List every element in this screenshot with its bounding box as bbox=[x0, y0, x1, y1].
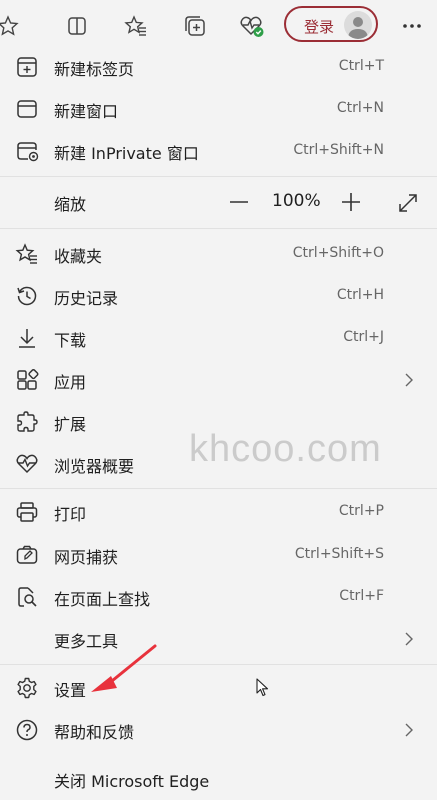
menu-item-label: 下载 bbox=[54, 331, 87, 350]
divider bbox=[0, 176, 437, 177]
avatar bbox=[344, 11, 372, 39]
browser-essentials-heart-icon bbox=[15, 452, 39, 476]
history-icon bbox=[15, 284, 39, 308]
favorites-icon bbox=[15, 242, 39, 266]
print-icon bbox=[15, 500, 39, 524]
divider bbox=[0, 228, 437, 229]
menu-item-new-tab[interactable]: 新建标签页 Ctrl+T bbox=[0, 46, 437, 88]
zoom-in-button[interactable] bbox=[338, 191, 364, 213]
menu-item-shortcut: Ctrl+P bbox=[338, 503, 384, 519]
menu-item-downloads[interactable]: 下载 Ctrl+J bbox=[0, 317, 437, 359]
zoom-level: 100% bbox=[272, 191, 321, 211]
menu-item-browser-essentials[interactable]: 浏览器概要 bbox=[0, 443, 437, 485]
menu-item-label: 帮助和反馈 bbox=[54, 723, 135, 742]
menu-item-label: 新建 InPrivate 窗口 bbox=[54, 144, 199, 163]
sign-in-label: 登录 bbox=[304, 18, 335, 36]
find-on-page-icon bbox=[15, 585, 39, 609]
extensions-puzzle-icon bbox=[15, 410, 39, 434]
menu-item-shortcut: Ctrl+T bbox=[338, 58, 384, 74]
divider bbox=[0, 664, 437, 665]
menu-item-shortcut: Ctrl+Shift+N bbox=[293, 142, 384, 158]
menu-item-web-capture[interactable]: 网页捕获 Ctrl+Shift+S bbox=[0, 534, 437, 576]
new-window-icon bbox=[15, 97, 39, 121]
menu-item-shortcut: Ctrl+Shift+O bbox=[292, 245, 384, 261]
new-tab-icon bbox=[15, 55, 39, 79]
mouse-cursor-icon bbox=[256, 678, 269, 697]
annotation-arrow-icon bbox=[91, 644, 157, 692]
menu-item-new-window[interactable]: 新建窗口 Ctrl+N bbox=[0, 88, 437, 130]
menu-item-label: 设置 bbox=[54, 681, 87, 700]
menu-item-apps[interactable]: 应用 bbox=[0, 359, 437, 401]
menu-item-label: 应用 bbox=[54, 373, 87, 392]
menu-item-close-edge[interactable]: 关闭 Microsoft Edge bbox=[0, 758, 437, 800]
menu-item-more-tools[interactable]: 更多工具 bbox=[0, 618, 437, 660]
menu-item-zoom: 缩放 bbox=[0, 181, 437, 223]
inprivate-window-icon bbox=[15, 139, 39, 163]
menu-item-print[interactable]: 打印 Ctrl+P bbox=[0, 491, 437, 533]
more-options-icon[interactable] bbox=[398, 12, 426, 40]
menu-item-shortcut: Ctrl+F bbox=[339, 588, 384, 604]
menu-item-new-inprivate-window[interactable]: 新建 InPrivate 窗口 Ctrl+Shift+N bbox=[0, 130, 437, 172]
menu-item-label: 关闭 Microsoft Edge bbox=[54, 772, 210, 791]
help-question-icon bbox=[15, 718, 39, 742]
zoom-label: 缩放 bbox=[54, 195, 87, 214]
menu-item-settings[interactable]: 设置 bbox=[0, 667, 437, 709]
menu-item-find-on-page[interactable]: 在页面上查找 Ctrl+F bbox=[0, 576, 437, 618]
menu-item-shortcut: Ctrl+N bbox=[336, 100, 384, 116]
settings-gear-icon bbox=[15, 676, 39, 700]
menu-item-label: 在页面上查找 bbox=[54, 590, 151, 609]
browser-essentials-icon[interactable] bbox=[238, 12, 266, 40]
menu-item-label: 网页捕获 bbox=[54, 548, 119, 567]
apps-icon bbox=[15, 368, 39, 392]
collections-icon[interactable] bbox=[181, 12, 209, 40]
menu-item-label: 新建窗口 bbox=[54, 102, 119, 121]
favorites-icon[interactable] bbox=[122, 12, 150, 40]
menu-item-history[interactable]: 历史记录 Ctrl+H bbox=[0, 275, 437, 317]
divider bbox=[0, 488, 437, 489]
menu-item-favorites[interactable]: 收藏夹 Ctrl+Shift+O bbox=[0, 233, 437, 275]
menu-item-help-and-feedback[interactable]: 帮助和反馈 bbox=[0, 709, 437, 751]
menu-item-shortcut: Ctrl+Shift+S bbox=[294, 546, 384, 562]
sign-in-button[interactable]: 登录 bbox=[284, 6, 378, 42]
browser-toolbar: 登录 bbox=[0, 0, 437, 52]
fullscreen-icon[interactable] bbox=[396, 191, 420, 215]
chevron-right-icon bbox=[402, 372, 416, 388]
menu-item-label: 浏览器概要 bbox=[54, 457, 135, 476]
menu-item-label: 新建标签页 bbox=[54, 60, 135, 79]
chevron-right-icon bbox=[402, 722, 416, 738]
menu-item-label: 扩展 bbox=[54, 415, 87, 434]
web-capture-icon bbox=[15, 543, 39, 567]
menu-item-label: 收藏夹 bbox=[54, 247, 103, 266]
menu-item-label: 历史记录 bbox=[54, 289, 119, 308]
split-screen-icon[interactable] bbox=[63, 12, 91, 40]
favorites-star-icon[interactable] bbox=[0, 12, 22, 40]
menu-item-shortcut: Ctrl+J bbox=[343, 329, 384, 345]
download-icon bbox=[15, 326, 39, 350]
chevron-right-icon bbox=[402, 631, 416, 647]
zoom-out-button[interactable] bbox=[226, 191, 252, 213]
menu-item-label: 打印 bbox=[54, 505, 87, 524]
menu-item-shortcut: Ctrl+H bbox=[336, 287, 384, 303]
menu-item-extensions[interactable]: 扩展 bbox=[0, 401, 437, 443]
